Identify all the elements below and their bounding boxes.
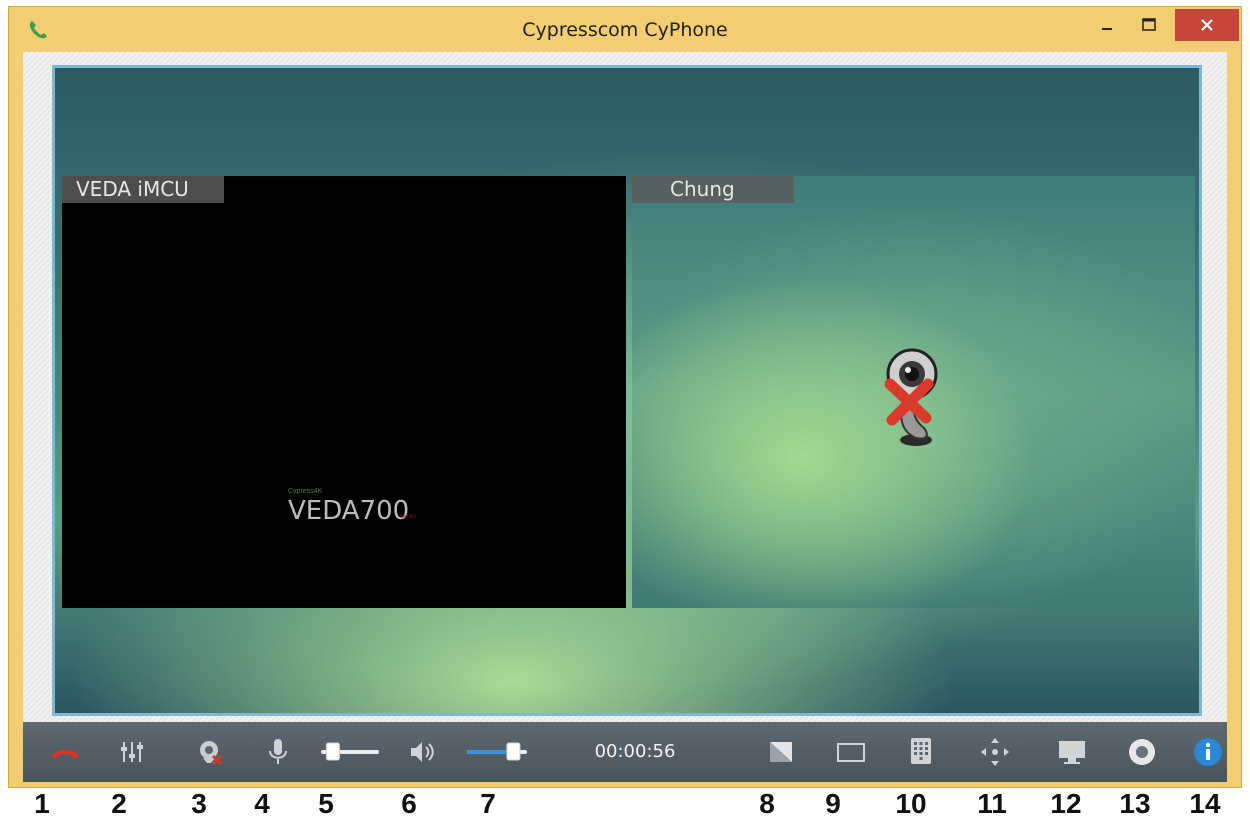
callout-number: 4	[254, 788, 270, 819]
callout-number: 6	[401, 788, 417, 819]
camera-toggle-button[interactable]	[189, 730, 233, 774]
hangup-button[interactable]	[43, 730, 87, 774]
single-view-button[interactable]	[829, 730, 873, 774]
hangup-icon	[51, 750, 79, 759]
client-area: VEDA iMCU Cypress4K VEDA700 series Chung	[23, 52, 1227, 724]
dialpad-icon	[911, 738, 931, 764]
mic-volume-slider[interactable]	[315, 730, 385, 774]
maximize-button[interactable]	[1131, 9, 1167, 41]
minimize-icon	[1102, 28, 1112, 30]
logo-suffix-text: series	[400, 514, 417, 520]
speaker-icon	[411, 742, 434, 762]
video-pane-left[interactable]: VEDA iMCU Cypress4K VEDA700 series	[62, 176, 626, 608]
participant-label: Chung	[632, 176, 794, 203]
maximize-icon	[1142, 18, 1156, 31]
info-button[interactable]	[1186, 730, 1230, 774]
record-icon	[1129, 739, 1155, 765]
callout-number: 12	[1050, 788, 1082, 819]
speaker-slider-fill	[467, 750, 513, 754]
title-bar[interactable]: Cypresscom CyPhone	[9, 7, 1241, 55]
webcam-off-icon	[884, 348, 938, 446]
microphone-button[interactable]	[256, 730, 300, 774]
layout-button[interactable]	[760, 730, 804, 774]
record-button[interactable]	[1120, 730, 1164, 774]
screen-share-icon	[1059, 741, 1085, 764]
microphone-icon	[269, 739, 287, 764]
callout-number: 11	[977, 788, 1007, 819]
callout-number: 13	[1119, 788, 1151, 819]
callout-number: 3	[191, 788, 207, 819]
app-window: Cypresscom CyPhone VEDA iMCU Cypress4K V…	[8, 6, 1242, 788]
logo-small-text: Cypress4K	[288, 488, 323, 495]
callout-number: 10	[895, 788, 927, 819]
call-toolbar: 00:00:56	[23, 722, 1227, 782]
screen-share-button[interactable]	[1050, 730, 1094, 774]
info-icon	[1194, 738, 1222, 766]
settings-sliders-icon	[121, 742, 143, 762]
veda-logo: Cypress4K VEDA700 series	[288, 488, 448, 538]
move-icon	[981, 738, 1009, 766]
window-title: Cypresscom CyPhone	[522, 19, 728, 41]
single-view-icon	[837, 743, 865, 762]
layout-split-icon	[770, 742, 792, 762]
call-timer: 00:00:56	[594, 741, 676, 762]
callout-number: 8	[759, 788, 775, 819]
speaker-slider-graphic	[467, 742, 527, 761]
mic-slider-graphic	[321, 742, 379, 761]
minimize-button[interactable]	[1089, 9, 1125, 41]
close-icon	[1201, 19, 1213, 31]
logo-main-text: VEDA700	[288, 496, 410, 526]
callout-number: 9	[825, 788, 841, 819]
speaker-button[interactable]	[401, 730, 445, 774]
callout-number: 2	[111, 788, 127, 819]
camera-off-icon	[200, 741, 223, 766]
speaker-volume-slider[interactable]	[461, 730, 533, 774]
move-button[interactable]	[973, 730, 1017, 774]
video-pane-right[interactable]: Chung	[632, 176, 1195, 608]
callout-number: 5	[318, 788, 334, 819]
dialpad-button[interactable]	[899, 730, 943, 774]
video-stage: VEDA iMCU Cypress4K VEDA700 series Chung	[52, 65, 1202, 716]
callout-number: 1	[34, 788, 50, 819]
mic-slider-knob[interactable]	[325, 742, 340, 761]
participant-label: VEDA iMCU	[62, 176, 224, 203]
callout-number: 14	[1189, 788, 1221, 819]
callout-number: 7	[480, 788, 496, 819]
speaker-slider-knob[interactable]	[506, 742, 521, 761]
close-button[interactable]	[1175, 9, 1239, 41]
settings-button[interactable]	[110, 730, 154, 774]
